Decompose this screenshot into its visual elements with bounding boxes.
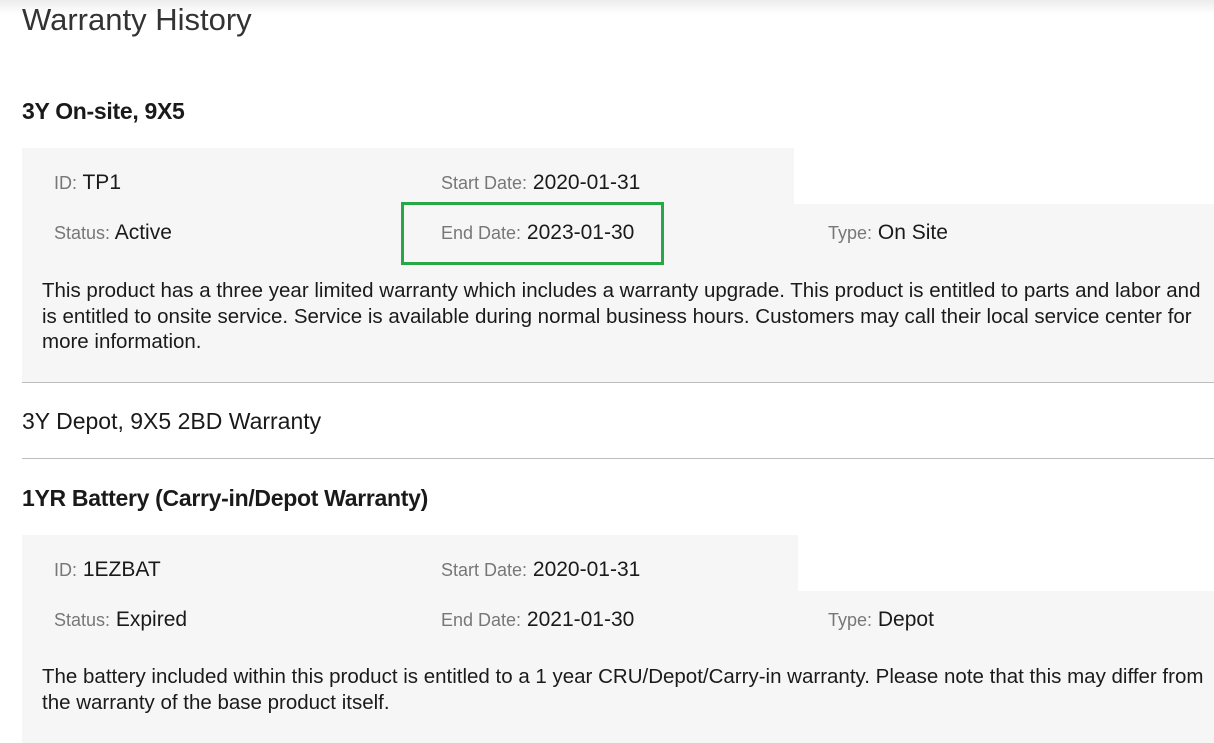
warranty-panel-onsite-top (22, 148, 794, 204)
id-label: ID: (54, 560, 78, 580)
warranty-title-onsite: 3Y On-site, 9X5 (22, 98, 185, 124)
start-date-label: Start Date: (441, 560, 528, 580)
warranty-id-field: ID: 1EZBAT (54, 558, 161, 582)
warranty-title-battery: 1YR Battery (Carry-in/Depot Warranty) (22, 485, 428, 511)
warranty-id-field: ID: TP1 (54, 171, 121, 195)
status-value: Expired (115, 608, 188, 631)
end-date-value: 2021-01-30 (526, 608, 635, 631)
type-value: Depot (877, 608, 934, 631)
start-date-label: Start Date: (441, 173, 528, 193)
section-divider (22, 458, 1214, 459)
id-value: 1EZBAT (82, 558, 161, 581)
start-date-value: 2020-01-31 (532, 558, 641, 581)
type-label: Type: (828, 610, 873, 630)
end-date-field: End Date: 2021-01-30 (441, 608, 634, 632)
id-label: ID: (54, 173, 78, 193)
warranty-description: The battery included within this product… (42, 665, 1204, 714)
start-date-field: Start Date: 2020-01-31 (441, 558, 640, 582)
start-date-value: 2020-01-31 (532, 171, 641, 194)
type-value: On Site (877, 221, 948, 244)
type-field: Type: Depot (828, 608, 934, 632)
status-value: Active (114, 221, 172, 244)
warranty-title-depot: 3Y Depot, 9X5 2BD Warranty (22, 408, 322, 434)
section-divider (22, 382, 1214, 383)
status-label: Status: (54, 223, 111, 243)
type-label: Type: (828, 223, 873, 243)
type-field: Type: On Site (828, 221, 948, 245)
status-field: Status: Expired (54, 608, 187, 632)
status-label: Status: (54, 610, 111, 630)
end-date-label: End Date: (441, 610, 522, 630)
page-title: Warranty History (22, 2, 252, 37)
status-field: Status: Active (54, 221, 172, 245)
end-date-highlight-box (401, 202, 664, 265)
start-date-field: Start Date: 2020-01-31 (441, 171, 640, 195)
id-value: TP1 (82, 171, 121, 194)
warranty-description: This product has a three year limited wa… (42, 279, 1201, 353)
